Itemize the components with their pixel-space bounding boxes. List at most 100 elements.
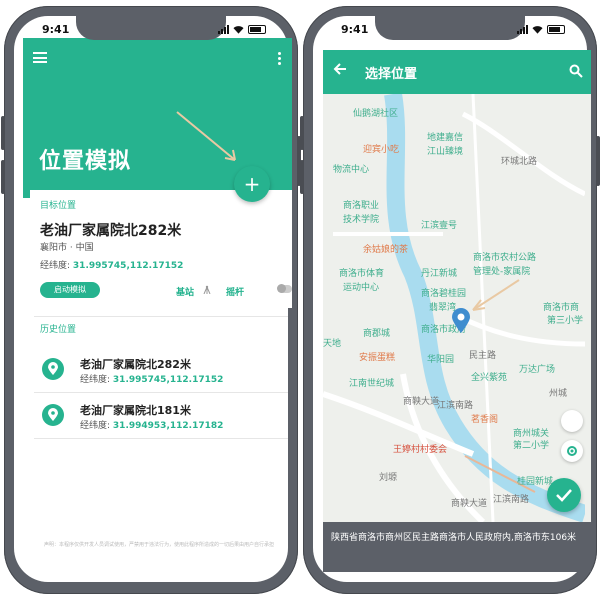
history-item-name: 老油厂家属院北282米: [80, 358, 191, 371]
menu-icon[interactable]: [33, 52, 47, 63]
arrow-hint-icon: [472, 279, 520, 311]
history-item-coordinates: 经纬度: 31.995745,112.17152: [80, 372, 223, 385]
map-label: 州城: [549, 389, 568, 399]
start-simulation-button[interactable]: 启动模拟: [40, 282, 100, 298]
volume-button: [1, 116, 5, 150]
map-label: 江山臻境: [427, 147, 464, 157]
coord-label: 经纬度:: [40, 261, 71, 271]
map-label: 商洛职业: [343, 201, 380, 211]
layers-icon[interactable]: [561, 410, 583, 432]
more-options-icon[interactable]: [278, 52, 282, 67]
back-arrow-icon[interactable]: [333, 62, 347, 76]
map-label: 王婷村村委会: [393, 445, 448, 455]
target-name: 老油厂家属院北282米: [40, 223, 182, 239]
coord-value: 31.995745,112.17152: [72, 261, 184, 271]
location-pin-icon: [42, 358, 64, 380]
map-label: 江南世纪城: [349, 379, 395, 389]
map-label: 商洛市农村公路: [473, 253, 537, 263]
antenna-icon: [203, 285, 211, 294]
history-item[interactable]: 老油厂家属院北282米 经纬度: 31.995745,112.17152: [34, 352, 292, 392]
map-label: 桂园新城: [517, 477, 554, 487]
map-label: 物流中心: [333, 165, 370, 175]
history-item[interactable]: 老油厂家属院北181米 经纬度: 31.994953,112.17182: [34, 398, 292, 438]
map-label: 商鞅大道: [403, 397, 440, 407]
map-label: 地建嘉信: [427, 133, 464, 143]
map-label: 商洛市体育: [339, 269, 385, 279]
phone-right: 9:41 选择位置 仙鹅湖社区 迎宾小吃 地建嘉信 江山臻境 环城北路 物流中心…: [300, 6, 600, 594]
map-label: 余姑娘的茶: [363, 245, 409, 255]
map-label: 民主路: [469, 351, 497, 361]
history-section-label: 历史位置: [40, 325, 77, 335]
arrow-hint-icon: [176, 111, 236, 161]
map-label: 仙鹅湖社区: [353, 109, 399, 119]
joystick-option[interactable]: 摇杆: [226, 285, 244, 298]
map-label: 万达广场: [519, 365, 556, 375]
signal-icon: [218, 25, 229, 34]
status-time: 9:41: [341, 23, 369, 36]
add-location-button[interactable]: +: [234, 166, 270, 202]
divider: [34, 392, 288, 393]
map-label: 技术学院: [343, 215, 380, 225]
status-time: 9:41: [42, 23, 70, 36]
target-coordinates: 经纬度: 31.995745,112.17152: [40, 258, 183, 271]
disclaimer-text: 声明：本程序仅供开发人员调试使用，严禁用于违法行为，使用此程序所造成的一切后果由…: [43, 542, 274, 548]
status-bar: 9:41: [313, 23, 587, 39]
map-label: 管理处-家属院: [473, 267, 531, 277]
map-label: 茗香阁: [471, 415, 499, 425]
map-label: 华阳园: [427, 355, 455, 365]
selected-address: 陕西省商洛市商州区民主路商洛市人民政府内,商洛市东106米: [331, 533, 577, 543]
map-label: 第三小学: [547, 316, 584, 326]
divider: [34, 438, 288, 439]
my-location-icon[interactable]: [561, 440, 583, 462]
battery-icon: [547, 25, 565, 34]
map-label: 天地: [323, 339, 342, 349]
base-station-option[interactable]: 基站: [176, 285, 194, 298]
coord-label: 经纬度:: [80, 375, 111, 385]
map-label: 安振蛋糕: [359, 353, 396, 363]
divider: [34, 316, 288, 317]
volume-button: [300, 160, 304, 194]
battery-icon: [248, 25, 266, 34]
joystick-toggle[interactable]: [277, 284, 292, 293]
map-label: 江滨南路: [437, 401, 474, 411]
target-region: 襄阳市 · 中国: [40, 243, 94, 253]
status-bar: 9:41: [14, 23, 288, 39]
coord-label: 经纬度:: [80, 421, 111, 431]
map-label: 商洛市商: [543, 303, 580, 313]
map-label: 迎宾小吃: [363, 145, 400, 155]
map-label: 商郡城: [363, 329, 391, 339]
map-label: 江滨南路: [493, 495, 530, 505]
history-item-name: 老油厂家属院北181米: [80, 404, 191, 417]
wifi-icon: [532, 26, 543, 34]
stage: 9:41 位置模拟 + 目标位置 老油厂家属院北282米 襄阳市 · 中国 经纬…: [0, 0, 600, 597]
wifi-icon: [233, 26, 244, 34]
phone-left: 9:41 位置模拟 + 目标位置 老油厂家属院北282米 襄阳市 · 中国 经纬…: [1, 6, 301, 594]
target-section-label: 目标位置: [40, 201, 77, 211]
search-icon[interactable]: [569, 64, 583, 78]
map-label: 江滨壹号: [421, 221, 458, 231]
volume-button: [300, 116, 304, 150]
page-title: 位置模拟: [39, 149, 132, 174]
signal-icon: [517, 25, 528, 34]
check-icon: [556, 489, 572, 502]
power-button: [596, 136, 600, 186]
app-header: 选择位置: [323, 50, 591, 94]
target-location-card: 目标位置 老油厂家属院北282米 襄阳市 · 中国 经纬度: 31.995745…: [30, 190, 292, 308]
map-label: 丹江新城: [421, 269, 458, 279]
map-label: 全兴紫苑: [471, 373, 508, 383]
map-view[interactable]: 仙鹅湖社区迎宾小吃 地建嘉信江山臻境环城北路物流中心商洛职业技术学院江滨壹号余姑娘…: [323, 94, 591, 522]
location-pin-icon: [42, 404, 64, 426]
confirm-location-button[interactable]: [547, 478, 581, 512]
coord-value: 31.995745,112.17152: [112, 375, 224, 385]
coord-value: 31.994953,112.17182: [112, 421, 224, 431]
map-label: 运动中心: [343, 283, 380, 293]
map-label: 第二小学: [513, 441, 550, 451]
history-item-coordinates: 经纬度: 31.994953,112.17182: [80, 418, 223, 431]
address-bar: 陕西省商洛市商州区民主路商洛市人民政府内,商洛市东106米: [323, 522, 591, 572]
map-label: 环城北路: [501, 157, 538, 167]
selected-location-pin-icon: [452, 308, 470, 333]
map-label: 商洛碧桂园: [421, 289, 467, 299]
map-label: 刘塬: [379, 473, 398, 483]
page-title: 选择位置: [365, 67, 418, 82]
map-label: 商鞅大道: [451, 499, 488, 509]
